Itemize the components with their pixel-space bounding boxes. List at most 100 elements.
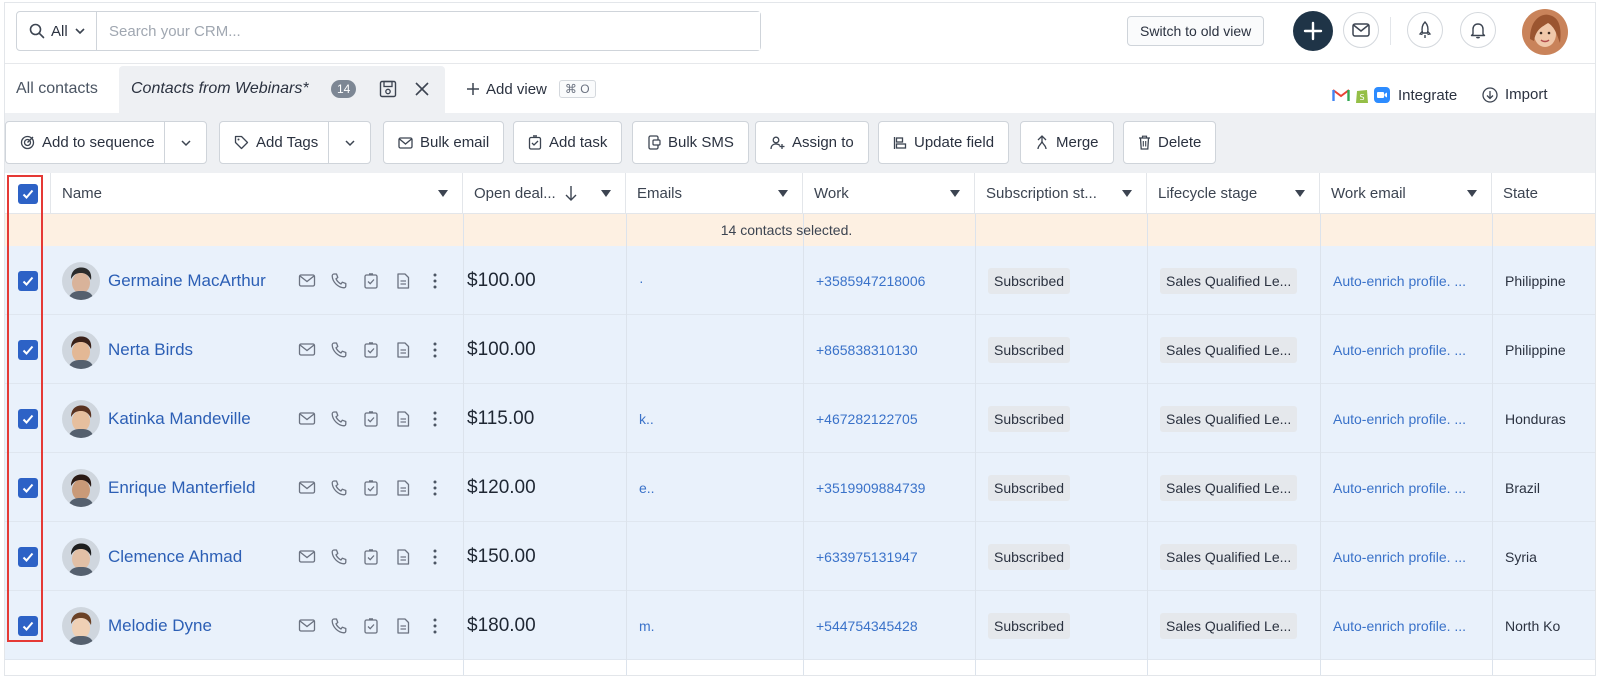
add-to-sequence-button[interactable]: Add to sequence — [5, 121, 207, 164]
task-icon[interactable] — [362, 341, 380, 359]
email-value[interactable]: · — [639, 273, 644, 289]
mail-icon[interactable] — [298, 410, 316, 428]
integrate-button[interactable]: S Integrate — [1332, 86, 1457, 104]
column-header-open-deals[interactable]: Open deal... — [463, 173, 626, 214]
subscription-status-chip: Subscribed — [988, 267, 1071, 294]
update-field-button[interactable]: Update field — [878, 121, 1010, 164]
more-options-icon[interactable] — [426, 272, 444, 290]
work-phone-link[interactable]: +865838310130 — [816, 342, 918, 358]
more-options-icon[interactable] — [426, 617, 444, 635]
merge-button[interactable]: Merge — [1020, 121, 1114, 164]
mail-icon[interactable] — [298, 548, 316, 566]
switch-to-old-view-button[interactable]: Switch to old view — [1127, 16, 1265, 46]
table-row[interactable]: Nerta Birds $100.00 +865838310130 Subscr… — [5, 315, 1595, 384]
column-header-subscription-status[interactable]: Subscription st... — [975, 173, 1147, 214]
note-icon[interactable] — [394, 479, 412, 497]
phone-icon[interactable] — [330, 479, 348, 497]
assign-to-button[interactable]: Assign to — [755, 121, 869, 164]
mail-icon[interactable] — [298, 479, 316, 497]
user-avatar[interactable] — [1522, 9, 1568, 55]
add-task-button[interactable]: Add task — [513, 121, 623, 164]
contact-name-link[interactable]: Enrique Manterfield — [108, 478, 255, 498]
phone-icon[interactable] — [330, 548, 348, 566]
task-icon[interactable] — [362, 479, 380, 497]
task-icon[interactable] — [362, 272, 380, 290]
note-icon[interactable] — [394, 341, 412, 359]
table-row[interactable]: Germaine MacArthur $100.00 · +3585947218… — [5, 246, 1595, 315]
create-new-button[interactable] — [1293, 11, 1333, 51]
note-icon[interactable] — [394, 548, 412, 566]
note-icon[interactable] — [394, 272, 412, 290]
row-checkbox[interactable] — [18, 615, 38, 636]
work-phone-link[interactable]: +3519909884739 — [816, 480, 925, 496]
contact-name-link[interactable]: Clemence Ahmad — [108, 547, 242, 567]
task-icon[interactable] — [362, 617, 380, 635]
inbox-button[interactable] — [1343, 12, 1379, 48]
column-header-name[interactable]: Name — [51, 173, 463, 214]
auto-enrich-link[interactable]: Auto-enrich profile. ... — [1333, 618, 1466, 634]
phone-icon[interactable] — [330, 410, 348, 428]
contact-name-link[interactable]: Germaine MacArthur — [108, 271, 266, 291]
search-input[interactable] — [97, 12, 760, 50]
select-all-checkbox[interactable] — [18, 183, 38, 204]
contact-name-link[interactable]: Melodie Dyne — [108, 616, 212, 636]
tab-contacts-from-webinars[interactable]: Contacts from Webinars* 14 — [119, 66, 445, 113]
table-row[interactable]: Melodie Dyne $180.00 m. +544754345428 Su… — [5, 591, 1595, 660]
email-value[interactable]: e.. — [639, 480, 655, 496]
column-header-lifecycle-stage[interactable]: Lifecycle stage — [1147, 173, 1320, 214]
search-scope-dropdown[interactable]: All — [17, 12, 97, 50]
table-row[interactable]: Clemence Ahmad $150.00 +633975131947 Sub… — [5, 522, 1595, 591]
row-checkbox[interactable] — [18, 408, 38, 429]
task-icon[interactable] — [362, 548, 380, 566]
mail-icon[interactable] — [298, 272, 316, 290]
row-checkbox[interactable] — [18, 546, 38, 567]
bulk-email-button[interactable]: Bulk email — [383, 121, 505, 164]
auto-enrich-link[interactable]: Auto-enrich profile. ... — [1333, 549, 1466, 565]
column-header-state[interactable]: State — [1492, 173, 1595, 214]
auto-enrich-link[interactable]: Auto-enrich profile. ... — [1333, 342, 1466, 358]
auto-enrich-link[interactable]: Auto-enrich profile. ... — [1333, 480, 1466, 496]
add-view-button[interactable]: Add view ⌘ O — [466, 80, 596, 98]
phone-icon[interactable] — [330, 272, 348, 290]
import-button[interactable]: Import — [1482, 86, 1548, 103]
save-view-icon[interactable] — [379, 80, 397, 103]
getting-started-button[interactable] — [1407, 12, 1443, 48]
phone-icon[interactable] — [330, 341, 348, 359]
note-icon[interactable] — [394, 410, 412, 428]
row-checkbox[interactable] — [18, 270, 38, 291]
table-row[interactable]: Katinka Mandeville $115.00 k.. +46728212… — [5, 384, 1595, 453]
column-header-work-email[interactable]: Work email — [1320, 173, 1492, 214]
add-tags-dropdown[interactable] — [328, 122, 370, 163]
phone-icon[interactable] — [330, 617, 348, 635]
work-phone-link[interactable]: +467282122705 — [816, 411, 918, 427]
contact-name-link[interactable]: Katinka Mandeville — [108, 409, 251, 429]
work-phone-link[interactable]: +3585947218006 — [816, 273, 925, 289]
table-row[interactable]: Enrique Manterfield $120.00 e.. +3519909… — [5, 453, 1595, 522]
delete-button[interactable]: Delete — [1123, 121, 1217, 164]
contact-name-link[interactable]: Nerta Birds — [108, 340, 193, 360]
tab-all-contacts[interactable]: All contacts — [16, 80, 98, 98]
note-icon[interactable] — [394, 617, 412, 635]
work-phone-link[interactable]: +633975131947 — [816, 549, 918, 565]
mail-icon[interactable] — [298, 617, 316, 635]
close-view-icon[interactable] — [414, 81, 430, 102]
email-value[interactable]: m. — [639, 618, 655, 634]
row-checkbox[interactable] — [18, 339, 38, 360]
add-tags-button[interactable]: Add Tags — [219, 121, 371, 164]
task-icon[interactable] — [362, 410, 380, 428]
auto-enrich-link[interactable]: Auto-enrich profile. ... — [1333, 411, 1466, 427]
email-value[interactable]: k.. — [639, 411, 654, 427]
column-header-emails[interactable]: Emails — [626, 173, 803, 214]
more-options-icon[interactable] — [426, 410, 444, 428]
mail-icon[interactable] — [298, 341, 316, 359]
more-options-icon[interactable] — [426, 479, 444, 497]
more-options-icon[interactable] — [426, 548, 444, 566]
bulk-sms-button[interactable]: Bulk SMS — [632, 121, 749, 164]
auto-enrich-link[interactable]: Auto-enrich profile. ... — [1333, 273, 1466, 289]
notifications-button[interactable] — [1460, 12, 1496, 48]
column-header-work[interactable]: Work — [803, 173, 975, 214]
add-to-sequence-dropdown[interactable] — [164, 122, 206, 163]
work-phone-link[interactable]: +544754345428 — [816, 618, 918, 634]
row-checkbox[interactable] — [18, 477, 38, 498]
more-options-icon[interactable] — [426, 341, 444, 359]
